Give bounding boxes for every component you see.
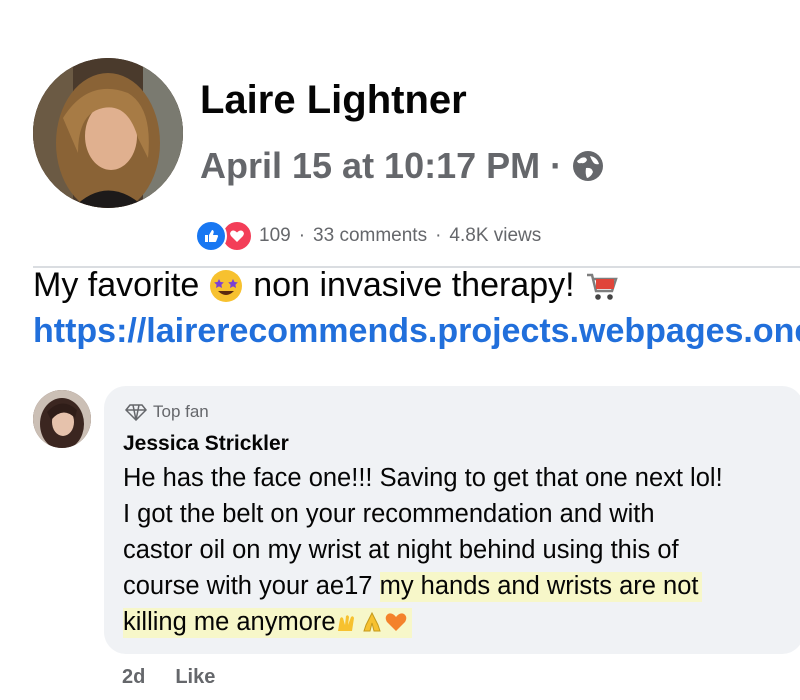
diamond-icon <box>125 404 147 421</box>
top-fan-badge: Top fan <box>125 402 209 422</box>
stats-separator: · <box>298 225 306 246</box>
post-timestamp[interactable]: April 15 at 10:17 PM <box>200 145 540 187</box>
post-meta: April 15 at 10:17 PM · <box>200 145 604 187</box>
stats-separator: · <box>435 225 442 246</box>
comment-line: He has the face one!!! Saving to get tha… <box>123 464 723 492</box>
raising-hands-emoji <box>337 615 354 631</box>
globe-icon <box>573 151 604 181</box>
highlighted-text: my hands and wrists are not <box>379 572 703 602</box>
comment-line: killing me anymore <box>123 604 793 640</box>
comment-line-text: course with your ae17 <box>123 572 373 600</box>
highlighted-text-end: killing me anymore <box>123 608 412 638</box>
comment-line: I got the belt on your recommendation an… <box>123 500 655 528</box>
comment-text: He has the face one!!! Saving to get tha… <box>123 460 793 640</box>
post-text-start: My favorite <box>33 266 200 304</box>
views-count: 4.8K views <box>449 225 542 246</box>
post-text: My favorite non invasive therapy! <box>33 266 629 305</box>
comment-actions: 2d Like <box>122 666 215 689</box>
commenter-avatar[interactable] <box>33 390 91 448</box>
highlighted-text: killing me anymore <box>123 608 336 636</box>
comments-count[interactable]: 33 comments <box>313 225 427 247</box>
poster-photo <box>33 58 183 208</box>
star-struck-emoji <box>210 269 243 302</box>
commenter-name[interactable]: Jessica Strickler <box>123 432 289 456</box>
reaction-count[interactable]: 109 <box>259 225 291 247</box>
comment-time[interactable]: 2d <box>122 666 145 689</box>
poster-avatar[interactable] <box>33 58 183 208</box>
post-link[interactable]: https://lairerecommends.projects.webpage… <box>33 312 800 351</box>
comment-line: castor oil on my wrist at night behind u… <box>123 536 679 564</box>
like-icon[interactable] <box>195 220 227 252</box>
folded-hands-emoji <box>362 611 381 632</box>
post-stats: 109 · 33 comments · 4.8K views <box>195 220 541 252</box>
top-fan-label: Top fan <box>153 402 209 421</box>
comment-line: course with your ae17 my hands and wrist… <box>123 568 793 604</box>
meta-separator: · <box>550 145 563 186</box>
like-button[interactable]: Like <box>175 666 215 689</box>
shopping-cart-emoji <box>586 273 618 300</box>
post-text-end: non invasive therapy! <box>253 266 575 304</box>
poster-name[interactable]: Laire Lightner <box>200 78 467 123</box>
commenter-photo <box>33 390 91 448</box>
orange-heart-emoji <box>385 613 406 631</box>
